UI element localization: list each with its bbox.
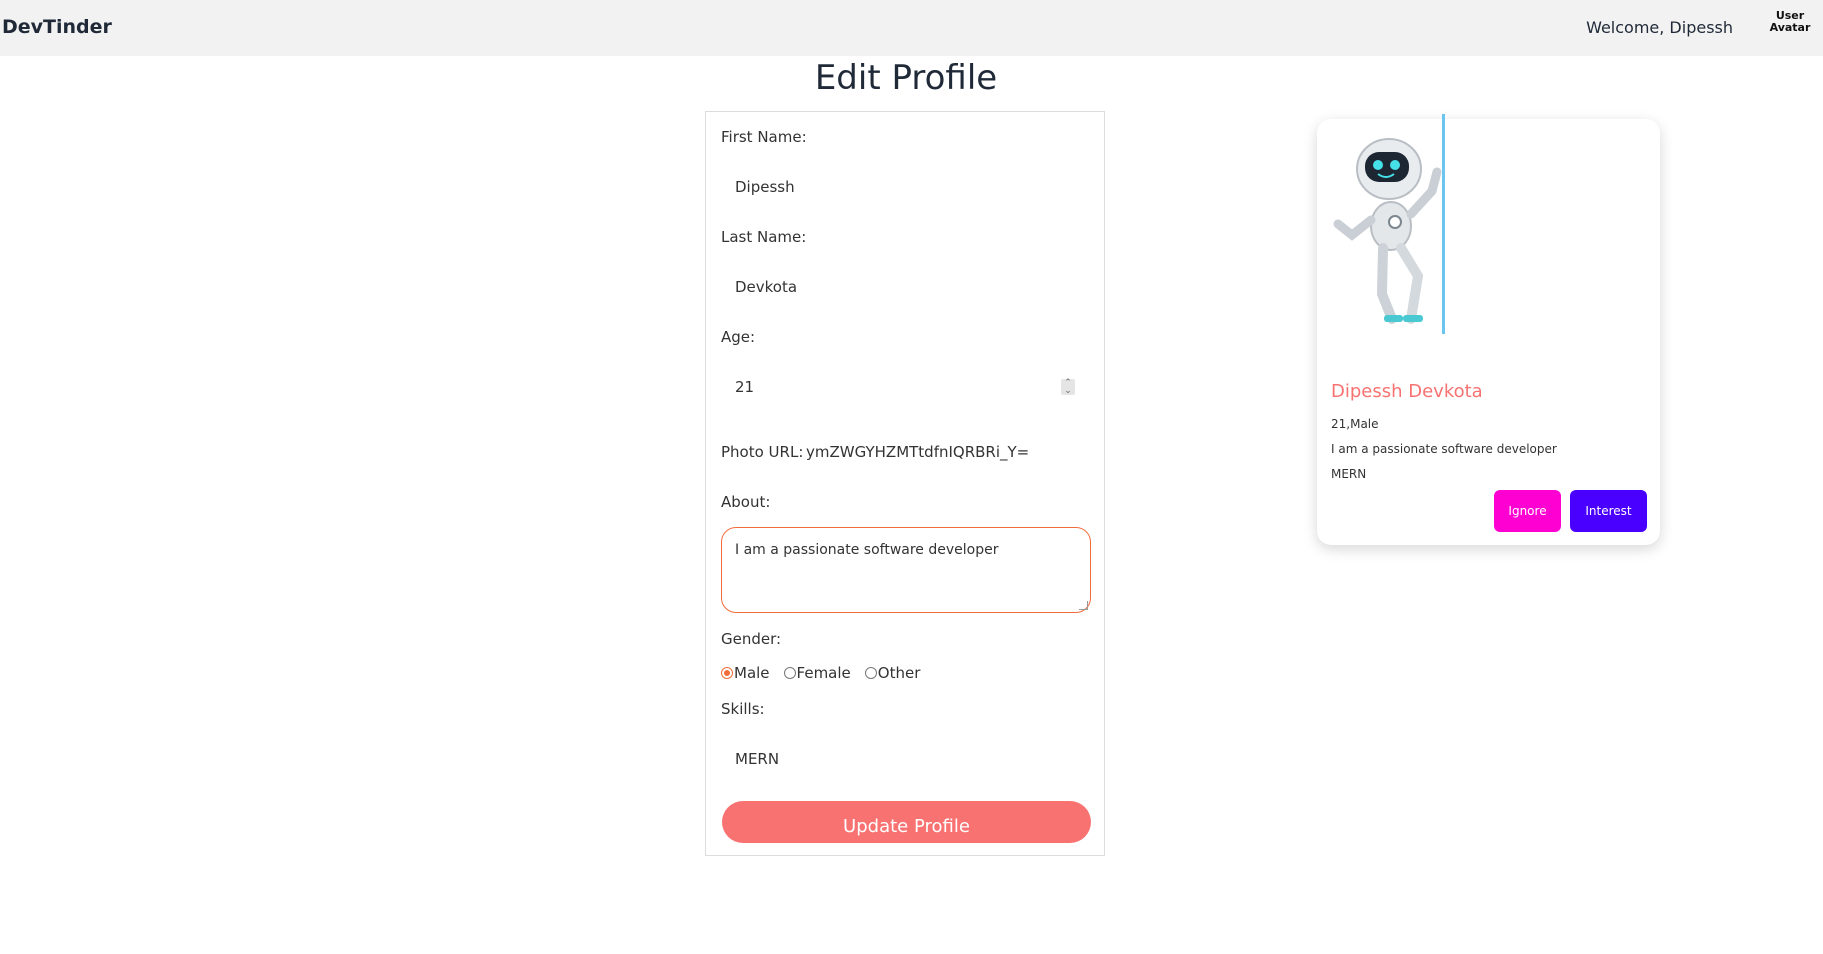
gender-radio-other[interactable]: [864, 667, 877, 679]
page-title: Edit Profile: [814, 58, 998, 98]
age-label: Age:: [721, 328, 756, 346]
update-profile-button[interactable]: Update Profile: [722, 801, 1091, 843]
age-stepper[interactable]: ⌃ ⌄: [1061, 379, 1075, 396]
profile-preview-card: Dipessh Devkota 21,Male I am a passionat…: [1317, 114, 1660, 545]
last-name-input[interactable]: Devkota: [735, 278, 1065, 298]
gender-radio-male[interactable]: [721, 667, 733, 679]
about-label: About:: [721, 493, 771, 511]
about-textarea[interactable]: I am a passionate software developer: [721, 527, 1091, 613]
brand-logo[interactable]: DevTinder: [2, 16, 112, 38]
skills-label: Skills:: [721, 700, 765, 718]
age-input[interactable]: 21: [735, 378, 1035, 398]
card-age-gender: 21,Male: [1331, 417, 1379, 431]
user-avatar[interactable]: User Avatar: [1760, 10, 1820, 46]
welcome-text: Welcome, Dipessh: [1586, 18, 1733, 37]
card-about: I am a passionate software developer: [1331, 442, 1557, 456]
gender-option-male[interactable]: Male: [734, 664, 770, 682]
interest-button[interactable]: Interest: [1570, 490, 1647, 532]
last-name-label: Last Name:: [721, 228, 807, 246]
first-name-label: First Name:: [721, 128, 807, 146]
gender-option-female[interactable]: Female: [797, 664, 851, 682]
photo-url-input[interactable]: ymZWGYHZMTtdfnIQRBRi_Y=: [806, 443, 1086, 463]
skills-input[interactable]: MERN: [735, 750, 1065, 770]
card-skills: MERN: [1331, 467, 1367, 481]
first-name-input[interactable]: Dipessh: [735, 178, 1065, 198]
robot-profile-image: [1333, 114, 1445, 334]
card-name: Dipessh Devkota: [1331, 381, 1483, 402]
navbar: DevTinder Welcome, Dipessh User Avatar: [0, 0, 1823, 56]
gender-option-other[interactable]: Other: [878, 664, 921, 682]
gender-label: Gender:: [721, 630, 782, 648]
edit-profile-form: First Name: Dipessh Last Name: Devkota A…: [705, 111, 1105, 856]
ignore-button[interactable]: Ignore: [1494, 490, 1561, 532]
gender-radio-group: Male Female Other: [721, 664, 934, 682]
gender-radio-female[interactable]: [783, 667, 796, 679]
resize-handle[interactable]: [1079, 601, 1088, 610]
photo-url-label: Photo URL:: [721, 443, 804, 461]
about-text: I am a passionate software developer: [735, 542, 999, 558]
